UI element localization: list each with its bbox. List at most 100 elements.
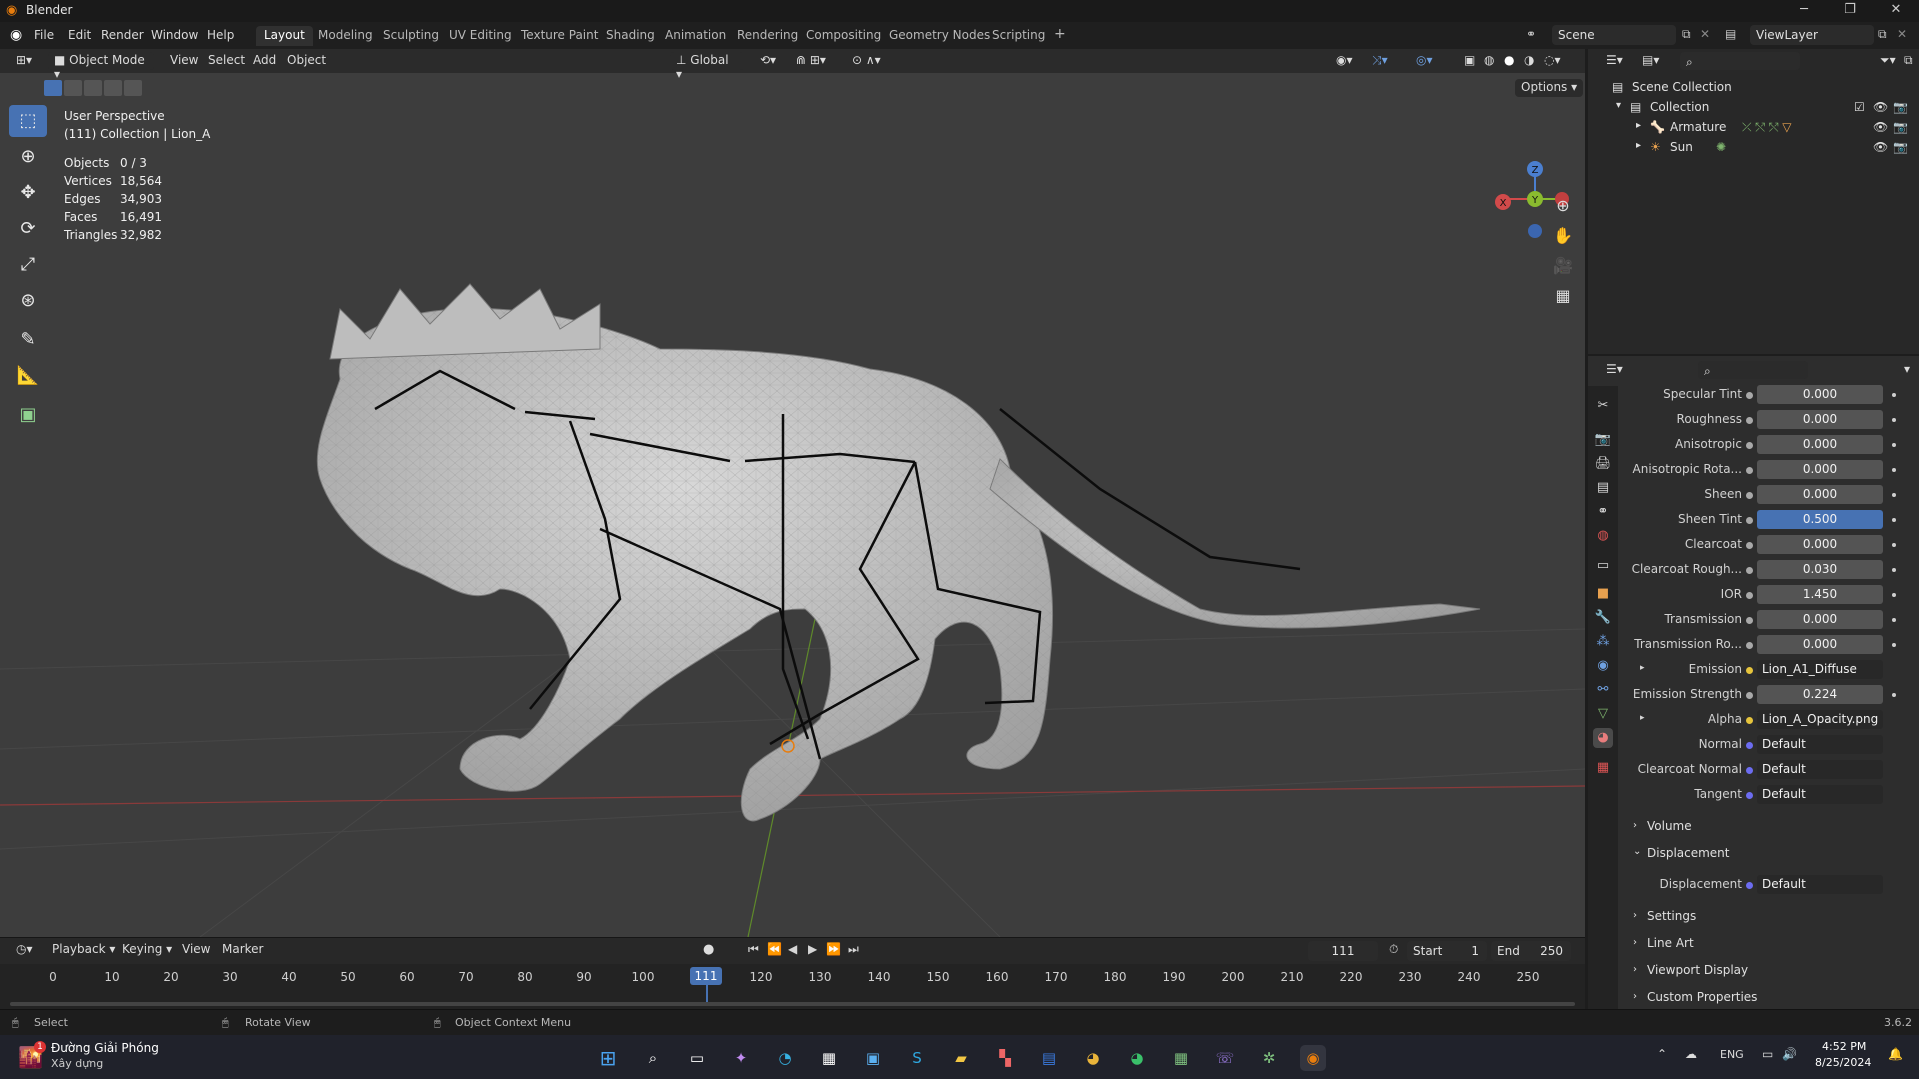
socket-dot-icon[interactable] bbox=[1746, 617, 1753, 624]
prop-field-emission[interactable]: Lion_A1_Diffuse bbox=[1757, 660, 1883, 679]
prop-field-normal[interactable]: Default bbox=[1757, 735, 1883, 754]
record-button-icon[interactable]: ● bbox=[703, 942, 714, 957]
armature-visibility-icon[interactable]: 👁 bbox=[1873, 120, 1888, 134]
menu-file[interactable]: File bbox=[34, 28, 54, 42]
socket-dot-icon[interactable] bbox=[1746, 517, 1753, 524]
language-indicator[interactable]: ENG bbox=[1720, 1048, 1744, 1061]
sun-render-icon[interactable]: 📷 bbox=[1893, 140, 1908, 154]
timeline-scrollbar[interactable] bbox=[10, 1002, 1575, 1006]
menu-edit[interactable]: Edit bbox=[68, 28, 91, 42]
menu-window[interactable]: Window bbox=[151, 28, 198, 42]
expand-arrow-icon[interactable]: ▸ bbox=[1640, 663, 1645, 673]
scene-selector[interactable]: Scene bbox=[1552, 25, 1676, 45]
socket-dot-icon[interactable] bbox=[1746, 592, 1753, 599]
proportional-edit-icon[interactable]: ⊙ ∧▾ bbox=[846, 52, 887, 70]
view-layer-icon[interactable]: ▤ bbox=[1725, 27, 1736, 41]
socket-dot-icon[interactable] bbox=[1746, 767, 1753, 774]
store-icon[interactable]: ▣ bbox=[860, 1045, 886, 1071]
tab-rendering[interactable]: Rendering bbox=[729, 26, 806, 46]
menu-add[interactable]: Add bbox=[247, 52, 282, 70]
keyframe-dot-icon[interactable] bbox=[1892, 443, 1896, 447]
socket-dot-icon[interactable] bbox=[1746, 567, 1753, 574]
displacement-socket-icon[interactable] bbox=[1746, 882, 1753, 889]
options-dropdown[interactable]: Options ▾ bbox=[1515, 79, 1584, 97]
menu-view[interactable]: View bbox=[164, 52, 204, 70]
panel-custom-properties[interactable]: › Custom Properties bbox=[1625, 987, 1911, 1009]
socket-dot-icon[interactable] bbox=[1746, 692, 1753, 699]
collection-render-icon[interactable]: 📷 bbox=[1893, 100, 1908, 114]
camera-view-icon[interactable]: 🎥 bbox=[1551, 254, 1575, 278]
keyframe-dot-icon[interactable] bbox=[1892, 568, 1896, 572]
tab-compositing[interactable]: Compositing bbox=[798, 26, 889, 46]
skype-icon[interactable]: S bbox=[904, 1045, 930, 1071]
windows-start-icon[interactable]: ⊞ bbox=[595, 1045, 621, 1071]
current-frame-field[interactable]: 111 bbox=[1308, 941, 1378, 961]
maximize-button[interactable]: ❐ bbox=[1827, 0, 1873, 22]
blender-taskbar-icon[interactable]: ◉ bbox=[1300, 1045, 1326, 1071]
keyframe-dot-icon[interactable] bbox=[1892, 618, 1896, 622]
move-tool-icon[interactable]: ✥ bbox=[9, 177, 47, 209]
tab-layout[interactable]: Layout bbox=[256, 26, 313, 46]
tab-shading[interactable]: Shading bbox=[598, 26, 663, 46]
keyframe-dot-icon[interactable] bbox=[1892, 418, 1896, 422]
close-window-button[interactable]: ✕ bbox=[1873, 0, 1919, 22]
display-mode-icon[interactable]: ▤▾ bbox=[1636, 52, 1665, 70]
onedrive-icon[interactable]: ☁ bbox=[1685, 1047, 1697, 1061]
mail-app-icon[interactable]: ▤ bbox=[1036, 1045, 1062, 1071]
task-view-icon[interactable]: ▭ bbox=[684, 1045, 710, 1071]
notification-bell-icon[interactable]: 🔔 bbox=[1888, 1047, 1903, 1061]
add-workspace-icon[interactable]: + bbox=[1046, 24, 1074, 44]
transform-tool-icon[interactable]: ⊛ bbox=[9, 285, 47, 317]
keyframe-dot-icon[interactable] bbox=[1892, 593, 1896, 597]
rotate-tool-icon[interactable]: ⟳ bbox=[9, 213, 47, 245]
prop-field-roughness[interactable]: 0.000 bbox=[1757, 410, 1883, 429]
editor-type-icon[interactable]: ⊞▾ bbox=[10, 52, 38, 70]
playhead-badge[interactable]: 111 bbox=[690, 967, 722, 985]
select-extend-icon[interactable] bbox=[64, 80, 82, 96]
menu-marker[interactable]: Marker bbox=[216, 941, 269, 959]
panel-displacement[interactable]: ⌄ Displacement bbox=[1625, 843, 1911, 865]
weather-title[interactable]: Đường Giải Phóng bbox=[51, 1041, 159, 1055]
prop-field-anisotropic[interactable]: 0.000 bbox=[1757, 435, 1883, 454]
keyframe-dot-icon[interactable] bbox=[1892, 518, 1896, 522]
sun-visibility-icon[interactable]: 👁 bbox=[1873, 140, 1888, 154]
delete-view-layer-icon[interactable]: ✕ bbox=[1897, 27, 1907, 41]
outliner-scene-collection[interactable]: ▤ Scene Collection bbox=[1588, 77, 1919, 97]
socket-dot-icon[interactable] bbox=[1746, 717, 1753, 724]
tab-animation[interactable]: Animation bbox=[657, 26, 734, 46]
app-icon[interactable]: ▚ bbox=[992, 1045, 1018, 1071]
expand-arrow-icon[interactable]: ▸ bbox=[1640, 713, 1645, 723]
mode-selector[interactable]: ■ Object Mode ▾ bbox=[48, 52, 154, 81]
expand-arrow-icon[interactable]: ▾ bbox=[1616, 100, 1621, 111]
delete-scene-icon[interactable]: ✕ bbox=[1700, 27, 1710, 41]
keyframe-dot-icon[interactable] bbox=[1892, 493, 1896, 497]
new-view-layer-icon[interactable]: ⧉ bbox=[1878, 27, 1887, 42]
copilot-icon[interactable]: ✦ bbox=[728, 1045, 754, 1071]
outliner-item-sun[interactable]: ▸ ☀ Sun ✺ 👁 📷 bbox=[1588, 137, 1919, 157]
prop-field-clearcoat[interactable]: 0.000 bbox=[1757, 535, 1883, 554]
menu-render[interactable]: Render bbox=[101, 28, 144, 42]
jump-start-icon[interactable]: ⏮ bbox=[748, 942, 759, 957]
properties-editor-icon[interactable]: ☰▾ bbox=[1600, 361, 1629, 379]
prop-field-ior[interactable]: 1.450 bbox=[1757, 585, 1883, 604]
tab-uv-editing[interactable]: UV Editing bbox=[441, 26, 520, 46]
taskbar-search-icon[interactable]: ⌕ bbox=[640, 1045, 666, 1071]
new-scene-icon[interactable]: ⧉ bbox=[1682, 27, 1691, 42]
volume-icon[interactable]: 🔊 bbox=[1782, 1047, 1797, 1061]
armature-render-icon[interactable]: 📷 bbox=[1893, 120, 1908, 134]
start-frame-field[interactable]: Start 1 bbox=[1407, 941, 1487, 961]
game-app-icon[interactable]: ▦ bbox=[1168, 1045, 1194, 1071]
outliner-editor-icon[interactable]: ☰▾ bbox=[1600, 52, 1629, 70]
prop-field-sheen[interactable]: 0.000 bbox=[1757, 485, 1883, 504]
prop-field-specular-tint[interactable]: 0.000 bbox=[1757, 385, 1883, 404]
socket-dot-icon[interactable] bbox=[1746, 642, 1753, 649]
next-keyframe-icon[interactable]: ⏩ bbox=[826, 942, 841, 956]
prop-field-transmission-ro[interactable]: 0.000 bbox=[1757, 635, 1883, 654]
keyframe-dot-icon[interactable] bbox=[1892, 393, 1896, 397]
prop-field-anisotropic-rota[interactable]: 0.000 bbox=[1757, 460, 1883, 479]
tab-modeling[interactable]: Modeling bbox=[310, 26, 381, 46]
scene-icon[interactable]: ⚭ bbox=[1526, 27, 1536, 41]
socket-dot-icon[interactable] bbox=[1746, 442, 1753, 449]
expand-arrow-icon[interactable]: ▸ bbox=[1636, 140, 1641, 151]
snap-icon[interactable]: ⋒ ⊞▾ bbox=[790, 52, 832, 70]
